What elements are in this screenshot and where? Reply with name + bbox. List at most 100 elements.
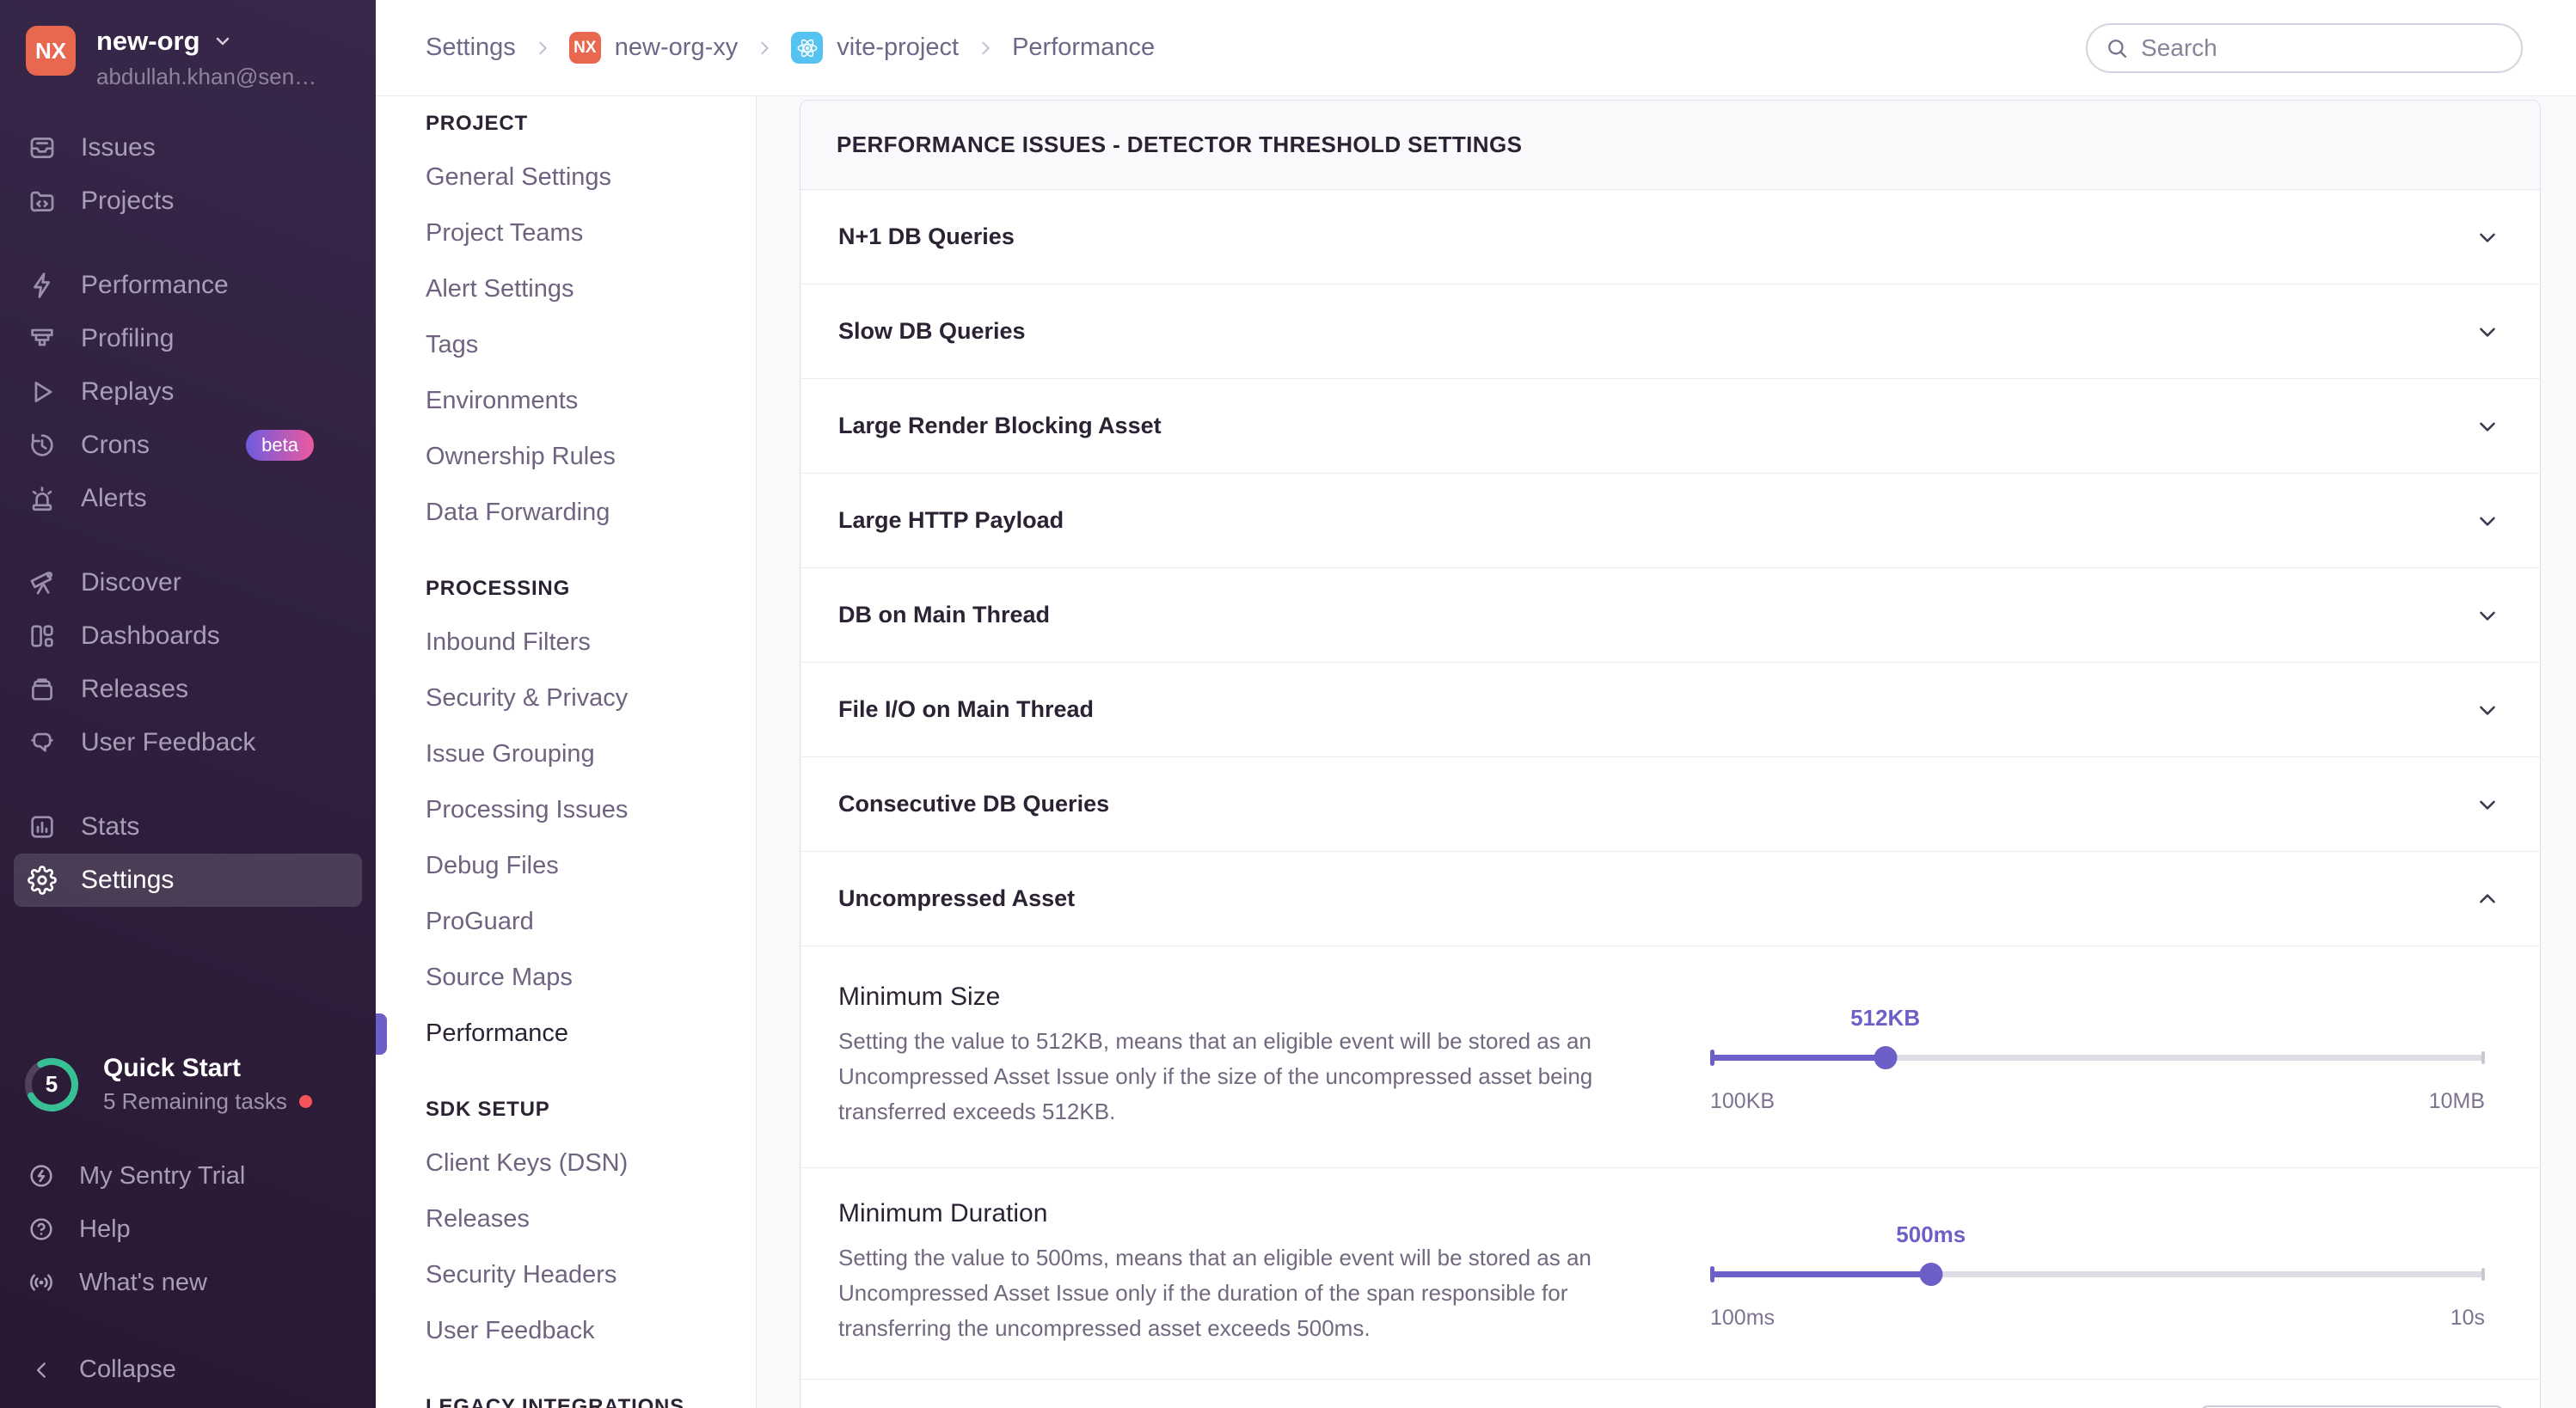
breadcrumb-page: Performance	[1012, 34, 1155, 62]
search-icon	[2105, 36, 2129, 60]
settings-nav-section-project: PROJECT General Settings Project Teams A…	[426, 112, 730, 527]
quick-start-progress-ring: 5	[22, 1056, 81, 1114]
react-project-icon	[791, 32, 823, 64]
sidebar-item-my-sentry-trial[interactable]: My Sentry Trial	[0, 1149, 376, 1203]
sidebar-item-alerts[interactable]: Alerts	[14, 472, 362, 525]
field-control: 512KB 100KB 10MB	[1710, 983, 2485, 1129]
settings-nav-item-inbound-filters[interactable]: Inbound Filters	[426, 628, 730, 657]
detector-row-large-render-blocking-asset[interactable]: Large Render Blocking Asset	[800, 379, 2540, 474]
panel-title: PERFORMANCE ISSUES - DETECTOR THRESHOLD …	[800, 101, 2540, 190]
sidebar-item-stats[interactable]: Stats	[14, 800, 362, 854]
settings-nav-item-debug-files[interactable]: Debug Files	[426, 852, 730, 880]
projects-icon	[28, 187, 57, 216]
breadcrumb-organization[interactable]: NX new-org-xy	[569, 32, 738, 64]
section-title: PROJECT	[426, 112, 730, 136]
sidebar-item-issues[interactable]: Issues	[14, 121, 362, 174]
sidebar-item-profiling[interactable]: Profiling	[14, 312, 362, 365]
settings-nav-item-client-keys[interactable]: Client Keys (DSN)	[426, 1149, 730, 1178]
detector-label: Large HTTP Payload	[838, 507, 1064, 534]
sidebar-item-label: Discover	[81, 568, 181, 597]
issues-icon	[28, 133, 57, 162]
threshold-field-minimum-size: Minimum Size Setting the value to 512KB,…	[800, 946, 2540, 1168]
breadcrumb-label: new-org-xy	[615, 34, 738, 62]
breadcrumb-settings[interactable]: Settings	[426, 34, 516, 62]
settings-nav-item-project-teams[interactable]: Project Teams	[426, 219, 730, 248]
search-input[interactable]	[2141, 34, 2504, 62]
quick-start-title: Quick Start	[103, 1054, 312, 1083]
minimum-size-slider[interactable]: 512KB	[1710, 1046, 2485, 1068]
panel-footer: Reset All Thresholds	[800, 1380, 2540, 1408]
settings-nav-item-releases[interactable]: Releases	[426, 1205, 730, 1234]
sidebar-item-discover[interactable]: Discover	[14, 556, 362, 609]
settings-nav-item-proguard[interactable]: ProGuard	[426, 908, 730, 936]
breadcrumb-label: Performance	[1012, 34, 1155, 62]
sidebar-item-crons[interactable]: Crons beta	[14, 419, 362, 472]
sidebar-collapse-button[interactable]: Collapse	[0, 1333, 376, 1408]
settings-nav-item-data-forwarding[interactable]: Data Forwarding	[426, 499, 730, 527]
detector-row-file-io-on-main-thread[interactable]: File I/O on Main Thread	[800, 663, 2540, 757]
detector-row-n-plus-one-db-queries[interactable]: N+1 DB Queries	[800, 190, 2540, 285]
detector-label: Uncompressed Asset	[838, 885, 1075, 912]
org-email: abdullah.khan@sen…	[96, 64, 316, 90]
slider-thumb[interactable]	[1919, 1263, 1942, 1286]
settings-nav-item-tags[interactable]: Tags	[426, 331, 730, 359]
sidebar-item-performance[interactable]: Performance	[14, 259, 362, 312]
sidebar-item-whats-new[interactable]: What's new	[0, 1256, 376, 1309]
sidebar-item-replays[interactable]: Replays	[14, 365, 362, 419]
settings-nav-section-legacy-integrations: LEGACY INTEGRATIONS Legacy Integrations	[426, 1395, 730, 1408]
slider-min-label: 100ms	[1710, 1306, 1775, 1331]
chevron-down-icon	[212, 31, 233, 52]
breadcrumb-project[interactable]: vite-project	[791, 32, 959, 64]
settings-nav-item-security-privacy[interactable]: Security & Privacy	[426, 684, 730, 713]
detector-row-db-on-main-thread[interactable]: DB on Main Thread	[800, 568, 2540, 663]
detector-label: Slow DB Queries	[838, 318, 1026, 345]
sidebar-spacer	[0, 907, 376, 1054]
slider-right-cap	[2481, 1051, 2485, 1064]
chevron-down-icon	[2475, 603, 2500, 628]
sidebar-item-dashboards[interactable]: Dashboards	[14, 609, 362, 663]
field-label: Minimum Size	[838, 983, 1628, 1012]
detector-row-slow-db-queries[interactable]: Slow DB Queries	[800, 285, 2540, 379]
detector-row-uncompressed-asset[interactable]: Uncompressed Asset	[800, 852, 2540, 946]
performance-icon	[28, 271, 57, 300]
chevron-down-icon	[2475, 697, 2500, 723]
minimum-duration-slider[interactable]: 500ms	[1710, 1263, 2485, 1285]
crons-icon	[28, 431, 57, 460]
detector-row-large-http-payload[interactable]: Large HTTP Payload	[800, 474, 2540, 568]
settings-nav-item-performance[interactable]: Performance	[426, 1019, 730, 1048]
gear-icon	[28, 866, 57, 895]
sidebar-item-label: Dashboards	[81, 621, 220, 651]
sidebar-item-projects[interactable]: Projects	[14, 174, 362, 228]
slider-left-cap	[1710, 1266, 1714, 1283]
settings-nav-item-source-maps[interactable]: Source Maps	[426, 964, 730, 992]
settings-nav-item-issue-grouping[interactable]: Issue Grouping	[426, 740, 730, 768]
settings-nav-item-user-feedback[interactable]: User Feedback	[426, 1317, 730, 1345]
org-switcher[interactable]: NX new-org abdullah.khan@sen…	[0, 0, 376, 99]
trial-bolt-icon	[28, 1162, 55, 1190]
sidebar-item-settings[interactable]: Settings	[14, 854, 362, 907]
chevron-left-icon	[31, 1359, 53, 1381]
sidebar-item-label: What's new	[79, 1269, 207, 1297]
sidebar-item-label: My Sentry Trial	[79, 1162, 245, 1191]
chevron-right-icon	[755, 39, 774, 58]
settings-nav-item-general-settings[interactable]: General Settings	[426, 163, 730, 192]
sidebar-item-user-feedback[interactable]: User Feedback	[14, 716, 362, 769]
settings-nav-item-ownership-rules[interactable]: Ownership Rules	[426, 443, 730, 471]
releases-icon	[28, 675, 57, 704]
sidebar-item-help[interactable]: Help	[0, 1203, 376, 1256]
settings-nav-item-environments[interactable]: Environments	[426, 387, 730, 415]
help-icon	[28, 1215, 55, 1243]
settings-nav-item-alert-settings[interactable]: Alert Settings	[426, 275, 730, 303]
chevron-up-icon	[2475, 886, 2500, 912]
main-column: Settings NX new-org-xy vite-project Perf…	[376, 0, 2576, 1408]
search-box[interactable]	[2086, 23, 2523, 73]
sidebar-item-label: User Feedback	[81, 728, 255, 757]
settings-nav-item-processing-issues[interactable]: Processing Issues	[426, 796, 730, 824]
alerts-icon	[28, 484, 57, 513]
settings-nav-item-security-headers[interactable]: Security Headers	[426, 1261, 730, 1289]
detector-row-consecutive-db-queries[interactable]: Consecutive DB Queries	[800, 757, 2540, 852]
sidebar-item-releases[interactable]: Releases	[14, 663, 362, 716]
detector-threshold-panel: PERFORMANCE ISSUES - DETECTOR THRESHOLD …	[800, 100, 2541, 1408]
quick-start-widget[interactable]: 5 Quick Start 5 Remaining tasks	[0, 1054, 376, 1115]
slider-thumb[interactable]	[1874, 1046, 1897, 1069]
